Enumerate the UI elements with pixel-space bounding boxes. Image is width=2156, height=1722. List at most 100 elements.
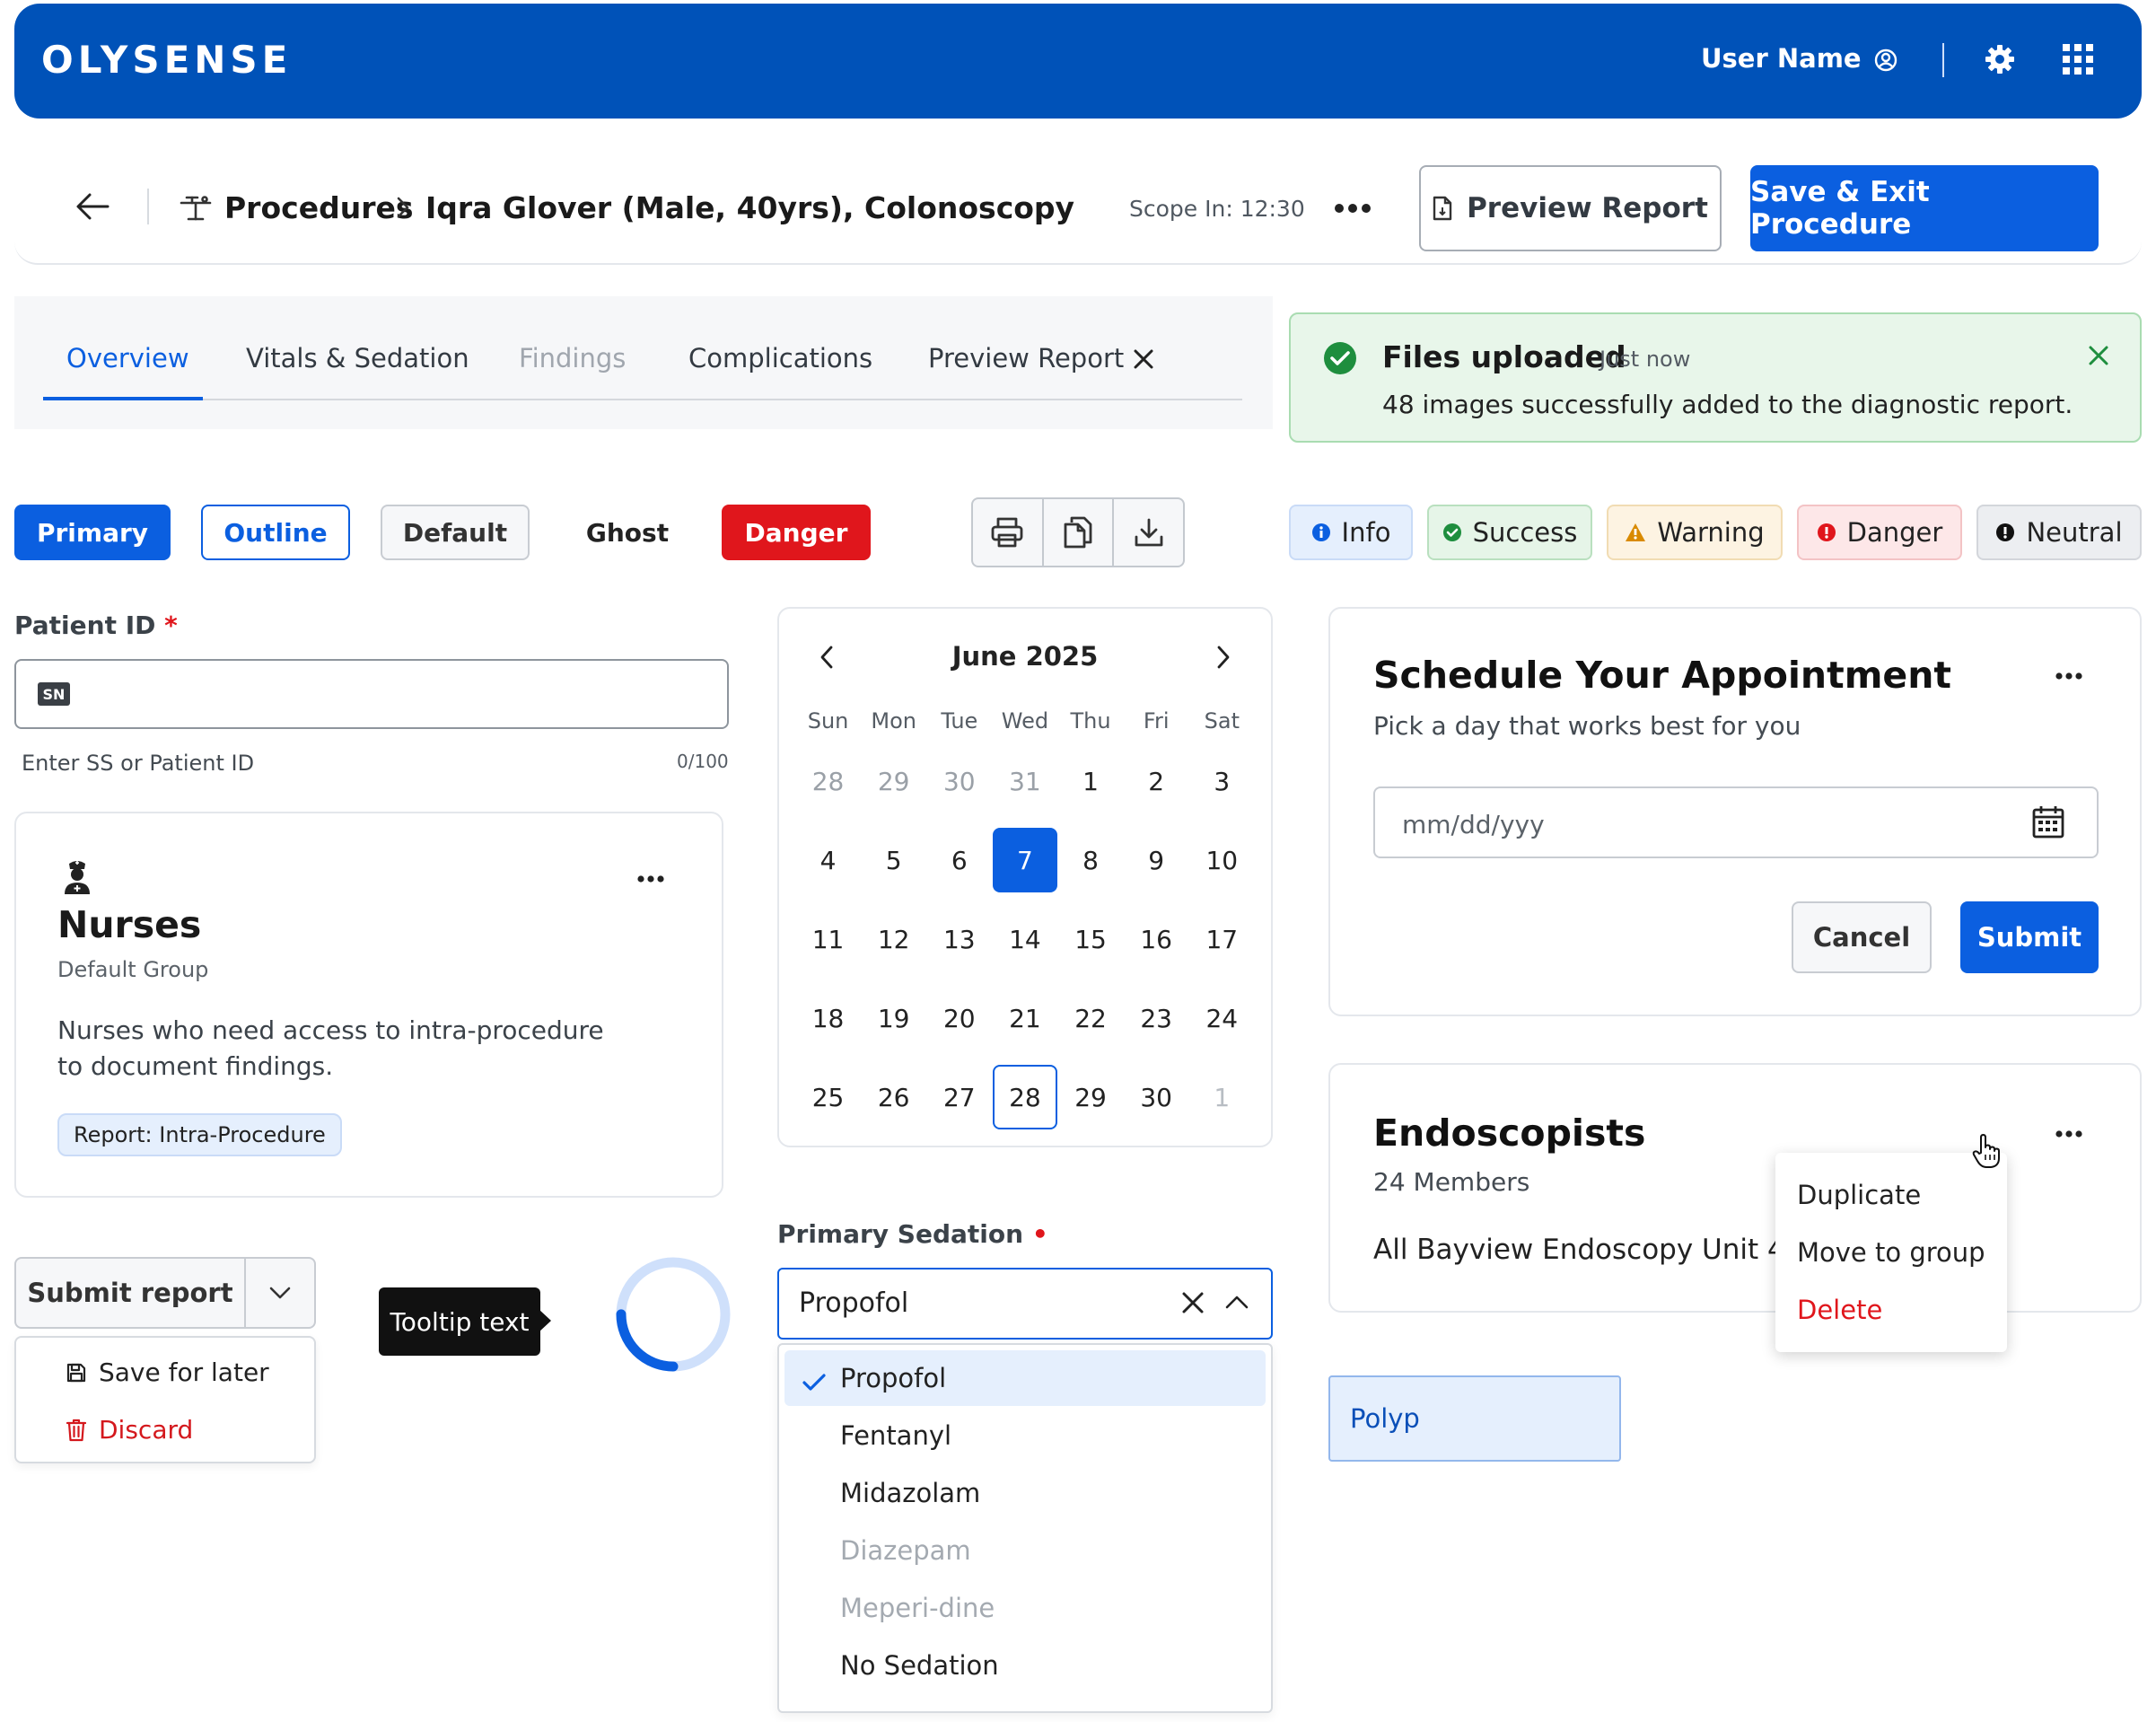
- calendar-day-number: 23: [1140, 1003, 1172, 1033]
- calendar-day[interactable]: 1: [1189, 1065, 1255, 1129]
- calendar-day-number: 11: [811, 924, 845, 954]
- primary-button[interactable]: Primary: [14, 505, 171, 560]
- calendar-day[interactable]: 21: [992, 986, 1057, 1050]
- calendar-day-selected[interactable]: 7: [992, 828, 1057, 892]
- print-button[interactable]: [973, 499, 1044, 566]
- more-options-icon[interactable]: [637, 874, 664, 883]
- more-options-icon[interactable]: [2055, 672, 2082, 681]
- sedation-option[interactable]: Fentanyl: [784, 1408, 1266, 1463]
- save-exit-procedure-button[interactable]: Save & Exit Procedure: [1750, 165, 2099, 251]
- tab-complications[interactable]: Complications: [688, 343, 872, 373]
- user-name[interactable]: User Name: [1701, 43, 1862, 74]
- calendar-day-number: 29: [877, 766, 910, 796]
- tab-vitals-sedation[interactable]: Vitals & Sedation: [246, 343, 469, 373]
- calendar-day[interactable]: 12: [861, 907, 926, 971]
- patient-id-input[interactable]: [14, 659, 729, 729]
- calendar-day[interactable]: 11: [795, 907, 861, 971]
- clear-icon[interactable]: [1181, 1291, 1205, 1314]
- back-arrow-icon[interactable]: [75, 192, 110, 221]
- danger-button[interactable]: Danger: [722, 505, 871, 560]
- calendar-day[interactable]: 3: [1189, 749, 1255, 813]
- calendar-day[interactable]: 6: [926, 828, 992, 892]
- calendar-day[interactable]: 23: [1124, 986, 1189, 1050]
- calendar-day[interactable]: 15: [1058, 907, 1124, 971]
- date-input-placeholder: mm/dd/yyy: [1402, 810, 1545, 839]
- calendar-day[interactable]: 2: [1124, 749, 1189, 813]
- breadcrumb-procedures-link[interactable]: Procedures: [224, 190, 414, 225]
- chevron-left-icon[interactable]: [819, 645, 837, 670]
- tab-overview[interactable]: Overview: [66, 343, 189, 373]
- download-button[interactable]: [1114, 499, 1183, 566]
- calendar-day[interactable]: 16: [1124, 907, 1189, 971]
- calendar-day[interactable]: 4: [795, 828, 861, 892]
- loading-spinner: [614, 1255, 732, 1374]
- tab-preview-report[interactable]: Preview Report: [928, 343, 1124, 373]
- menu-item-duplicate[interactable]: Duplicate: [1797, 1180, 1921, 1210]
- calendar-day[interactable]: 18: [795, 986, 861, 1050]
- close-icon[interactable]: [2088, 345, 2109, 366]
- gear-icon[interactable]: [1984, 43, 2016, 75]
- sedation-option[interactable]: Midazolam: [784, 1465, 1266, 1521]
- calendar-day[interactable]: 9: [1124, 828, 1189, 892]
- nurses-card-description: Nurses who need access to intra-procedur…: [57, 1015, 604, 1081]
- calendar-day-number: 20: [942, 1003, 976, 1033]
- calendar-day[interactable]: 17: [1189, 907, 1255, 971]
- calendar-day[interactable]: 20: [926, 986, 992, 1050]
- app-grid-icon[interactable]: [2063, 44, 2093, 75]
- more-options-icon[interactable]: [1334, 203, 1372, 214]
- calendar-day[interactable]: 19: [861, 986, 926, 1050]
- discard-label: Discard: [99, 1415, 194, 1445]
- calendar-day[interactable]: 30: [1124, 1065, 1189, 1129]
- calendar-day[interactable]: 29: [1058, 1065, 1124, 1129]
- calendar-day[interactable]: 5: [861, 828, 926, 892]
- calendar-day[interactable]: 24: [1189, 986, 1255, 1050]
- calendar-day[interactable]: 13: [926, 907, 992, 971]
- menu-item-discard[interactable]: Discard: [66, 1415, 193, 1445]
- calendar-day-number: 4: [819, 845, 837, 875]
- calendar-day[interactable]: 22: [1058, 986, 1124, 1050]
- calendar-day[interactable]: 31: [992, 749, 1057, 813]
- menu-item-delete[interactable]: Delete: [1797, 1295, 1882, 1325]
- calendar-day[interactable]: 8: [1058, 828, 1124, 892]
- sedation-selected-value: Propofol: [799, 1287, 909, 1319]
- polyp-chip[interactable]: Polyp: [1328, 1375, 1621, 1462]
- check-icon: [802, 1374, 826, 1392]
- calendar-day[interactable]: 14: [992, 907, 1057, 971]
- split-button-toggle[interactable]: [246, 1259, 314, 1327]
- sedation-option[interactable]: No Sedation: [784, 1638, 1266, 1693]
- calendar-day-number: 29: [1074, 1082, 1107, 1112]
- ghost-button[interactable]: Ghost: [562, 505, 693, 560]
- calendar-day[interactable]: 26: [861, 1065, 926, 1129]
- menu-item-save-for-later[interactable]: Save for later: [66, 1357, 269, 1387]
- calendar-day-today[interactable]: 28: [992, 1065, 1057, 1129]
- sedation-option[interactable]: Propofol: [784, 1350, 1266, 1406]
- calendar-day[interactable]: 30: [926, 749, 992, 813]
- submit-button[interactable]: Submit: [1960, 901, 2099, 973]
- breadcrumb-divider: [147, 189, 149, 224]
- calendar-day[interactable]: 29: [861, 749, 926, 813]
- menu-item-move-to-group[interactable]: Move to group: [1797, 1237, 1985, 1268]
- user-circle-icon[interactable]: [1874, 48, 1897, 72]
- calendar-icon[interactable]: [2032, 804, 2064, 839]
- copy-document-icon: [1064, 516, 1092, 549]
- calendar-day[interactable]: 25: [795, 1065, 861, 1129]
- close-tab-icon[interactable]: [1133, 348, 1154, 370]
- preview-report-button[interactable]: Preview Report: [1419, 165, 1722, 251]
- outline-button[interactable]: Outline: [201, 505, 350, 560]
- submit-report-button[interactable]: Submit report: [16, 1259, 246, 1327]
- scope-in-time: Scope In: 12:30: [1129, 196, 1305, 222]
- calendar-day[interactable]: 10: [1189, 828, 1255, 892]
- primary-sedation-label-text: Primary Sedation: [777, 1219, 1024, 1249]
- calendar-day[interactable]: 28: [795, 749, 861, 813]
- chevron-right-icon[interactable]: [1214, 645, 1231, 670]
- nurse-icon: [61, 858, 93, 896]
- calendar-day[interactable]: 1: [1058, 749, 1124, 813]
- calendar-day-number: 17: [1205, 924, 1239, 954]
- procedure-table-icon: [180, 196, 212, 221]
- more-options-icon[interactable]: [2055, 1129, 2082, 1138]
- copy-button[interactable]: [1044, 499, 1115, 566]
- default-button[interactable]: Default: [381, 505, 530, 560]
- chevron-up-icon[interactable]: [1224, 1295, 1249, 1309]
- calendar-day[interactable]: 27: [926, 1065, 992, 1129]
- cancel-button[interactable]: Cancel: [1792, 901, 1932, 973]
